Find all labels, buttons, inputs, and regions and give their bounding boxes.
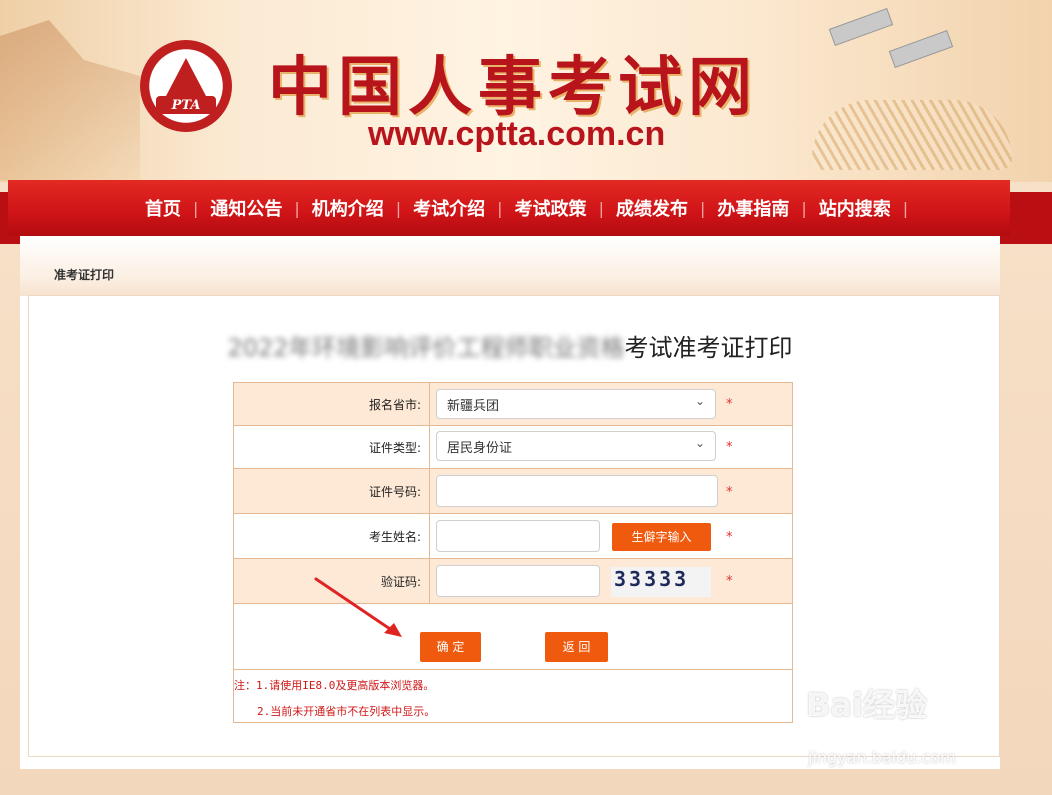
- nav-item-search[interactable]: 站内搜索: [807, 195, 903, 221]
- note-province: 2.当前未开通省市不在列表中显示。: [257, 705, 436, 718]
- nav-item-notices[interactable]: 通知公告: [198, 195, 294, 221]
- idnum-label: 证件号码:: [234, 469, 430, 513]
- idtype-select-value: 居民身份证: [447, 441, 513, 456]
- great-wall-decoration: [0, 20, 140, 180]
- required-mark: *: [726, 440, 733, 455]
- captcha-input[interactable]: [436, 565, 600, 597]
- site-header: PTA 中国人事考试网 www.cptta.com.cn: [0, 0, 1052, 182]
- idnum-input[interactable]: [436, 475, 718, 507]
- satellite-icon: [828, 7, 894, 47]
- province-select-value: 新疆兵团: [447, 399, 500, 414]
- required-mark: *: [726, 485, 733, 500]
- chevron-down-icon: ⌄: [694, 394, 705, 408]
- back-button[interactable]: 返 回: [545, 632, 608, 662]
- idtype-select[interactable]: 居民身份证 ⌄: [436, 431, 716, 461]
- province-row: 报名省市: 新疆兵团 ⌄ *: [234, 383, 792, 426]
- baidu-watermark-domain: jingyan.baidu.com: [808, 748, 956, 767]
- satellite-icon: [888, 29, 954, 69]
- nav-item-home[interactable]: 首页: [133, 195, 193, 221]
- nav-item-about[interactable]: 机构介绍: [300, 195, 396, 221]
- required-mark: *: [726, 397, 733, 412]
- captcha-image[interactable]: 33333: [611, 567, 711, 597]
- logo-text: PTA: [171, 98, 201, 113]
- site-url: www.cptta.com.cn: [368, 115, 666, 153]
- idtype-label: 证件类型:: [234, 426, 430, 468]
- breadcrumb: 准考证打印: [54, 268, 115, 282]
- page-title-blurred: 2022年环境影响评价工程师职业资格: [227, 334, 625, 362]
- breadcrumb-bar: 准考证打印: [20, 236, 1000, 296]
- required-mark: *: [726, 574, 733, 589]
- page-title-visible: 考试准考证打印: [624, 334, 793, 362]
- logo-mountain-icon: [166, 58, 206, 96]
- annotation-arrow-icon: [314, 577, 402, 637]
- province-label: 报名省市:: [234, 383, 430, 425]
- nav-item-policy[interactable]: 考试政策: [503, 195, 599, 221]
- stadium-decoration: [812, 100, 1012, 170]
- main-nav: 首页 | 通知公告 | 机构介绍 | 考试介绍 | 考试政策 | 成绩发布 | 办事指南 | …: [8, 180, 1010, 236]
- name-input[interactable]: [436, 520, 600, 552]
- baidu-watermark: Bai经验: [806, 686, 927, 724]
- nav-item-results[interactable]: 成绩发布: [604, 195, 700, 221]
- name-label: 考生姓名:: [234, 514, 430, 558]
- form-notes: 注：1.请使用IE8.0及更高版本浏览器。 2.当前未开通省市不在列表中显示。: [234, 671, 792, 723]
- idnum-row: 证件号码: *: [234, 469, 792, 514]
- note-browser: 注：1.请使用IE8.0及更高版本浏览器。: [234, 679, 435, 692]
- admission-form: 报名省市: 新疆兵团 ⌄ * 证件类型: 居民身份证 ⌄ * 证件号码: * 考…: [233, 382, 793, 723]
- name-row: 考生姓名: 生僻字输入 *: [234, 514, 792, 559]
- confirm-button[interactable]: 确 定: [420, 632, 481, 662]
- required-mark: *: [726, 530, 733, 545]
- page-title: 2022年环境影响评价工程师职业资格考试准考证打印: [20, 328, 1000, 363]
- province-select[interactable]: 新疆兵团 ⌄: [436, 389, 716, 419]
- nav-item-guide[interactable]: 办事指南: [705, 195, 801, 221]
- chevron-down-icon: ⌄: [694, 436, 705, 450]
- pta-logo[interactable]: PTA: [140, 40, 232, 132]
- idtype-row: 证件类型: 居民身份证 ⌄ *: [234, 426, 792, 469]
- rare-char-input-button[interactable]: 生僻字输入: [612, 523, 711, 551]
- nav-item-exams[interactable]: 考试介绍: [401, 195, 497, 221]
